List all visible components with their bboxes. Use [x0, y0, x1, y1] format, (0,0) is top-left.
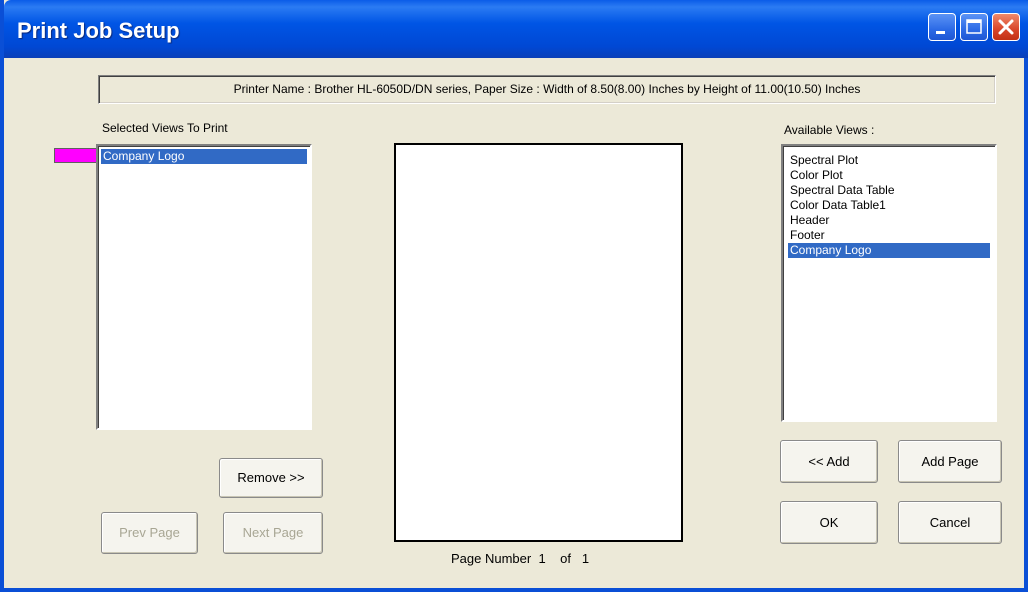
add-page-button[interactable]: Add Page — [898, 440, 1002, 483]
close-button[interactable] — [992, 13, 1020, 41]
print-job-setup-window: Print Job Setup Printer Name : Brother H… — [0, 0, 1028, 592]
prev-page-button[interactable]: Prev Page — [101, 512, 198, 554]
available-views-label: Available Views : — [784, 123, 875, 137]
remove-button[interactable]: Remove >> — [219, 458, 323, 498]
page-of-label: of — [560, 551, 571, 566]
list-item[interactable]: Spectral Plot — [788, 153, 990, 168]
list-item[interactable]: Company Logo — [101, 149, 307, 164]
page-number-label: Page Number — [451, 551, 532, 566]
list-item[interactable]: Color Plot — [788, 168, 990, 183]
available-views-list[interactable]: Spectral Plot Color Plot Spectral Data Tab… — [781, 144, 997, 422]
ok-button[interactable]: OK — [780, 501, 878, 544]
add-button[interactable]: << Add — [780, 440, 878, 483]
current-page-number: 1 — [538, 551, 546, 566]
minimize-icon — [936, 31, 945, 34]
list-item[interactable]: Color Data Table1 — [788, 198, 990, 213]
list-item[interactable]: Spectral Data Table — [788, 183, 990, 198]
minimize-button[interactable] — [928, 13, 956, 41]
list-item[interactable]: Company Logo — [788, 243, 990, 258]
page-number-indicator: Page Number 1 of 1 — [451, 551, 589, 566]
cancel-button[interactable]: Cancel — [898, 501, 1002, 544]
title-bar[interactable]: Print Job Setup — [4, 0, 1028, 58]
maximize-button[interactable] — [960, 13, 988, 41]
selected-views-list[interactable]: Company Logo — [96, 144, 312, 430]
view-color-swatch[interactable] — [54, 148, 98, 163]
window-title: Print Job Setup — [17, 18, 180, 43]
selected-views-label: Selected Views To Print — [102, 121, 228, 135]
maximize-icon — [966, 19, 982, 34]
total-page-count: 1 — [581, 551, 590, 566]
page-preview[interactable] — [394, 143, 683, 542]
next-page-button[interactable]: Next Page — [223, 512, 323, 554]
list-item[interactable]: Footer — [788, 228, 990, 243]
list-item[interactable]: Header — [788, 213, 990, 228]
close-icon — [998, 19, 1014, 35]
printer-info-bar: Printer Name : Brother HL-6050D/DN serie… — [98, 75, 996, 104]
